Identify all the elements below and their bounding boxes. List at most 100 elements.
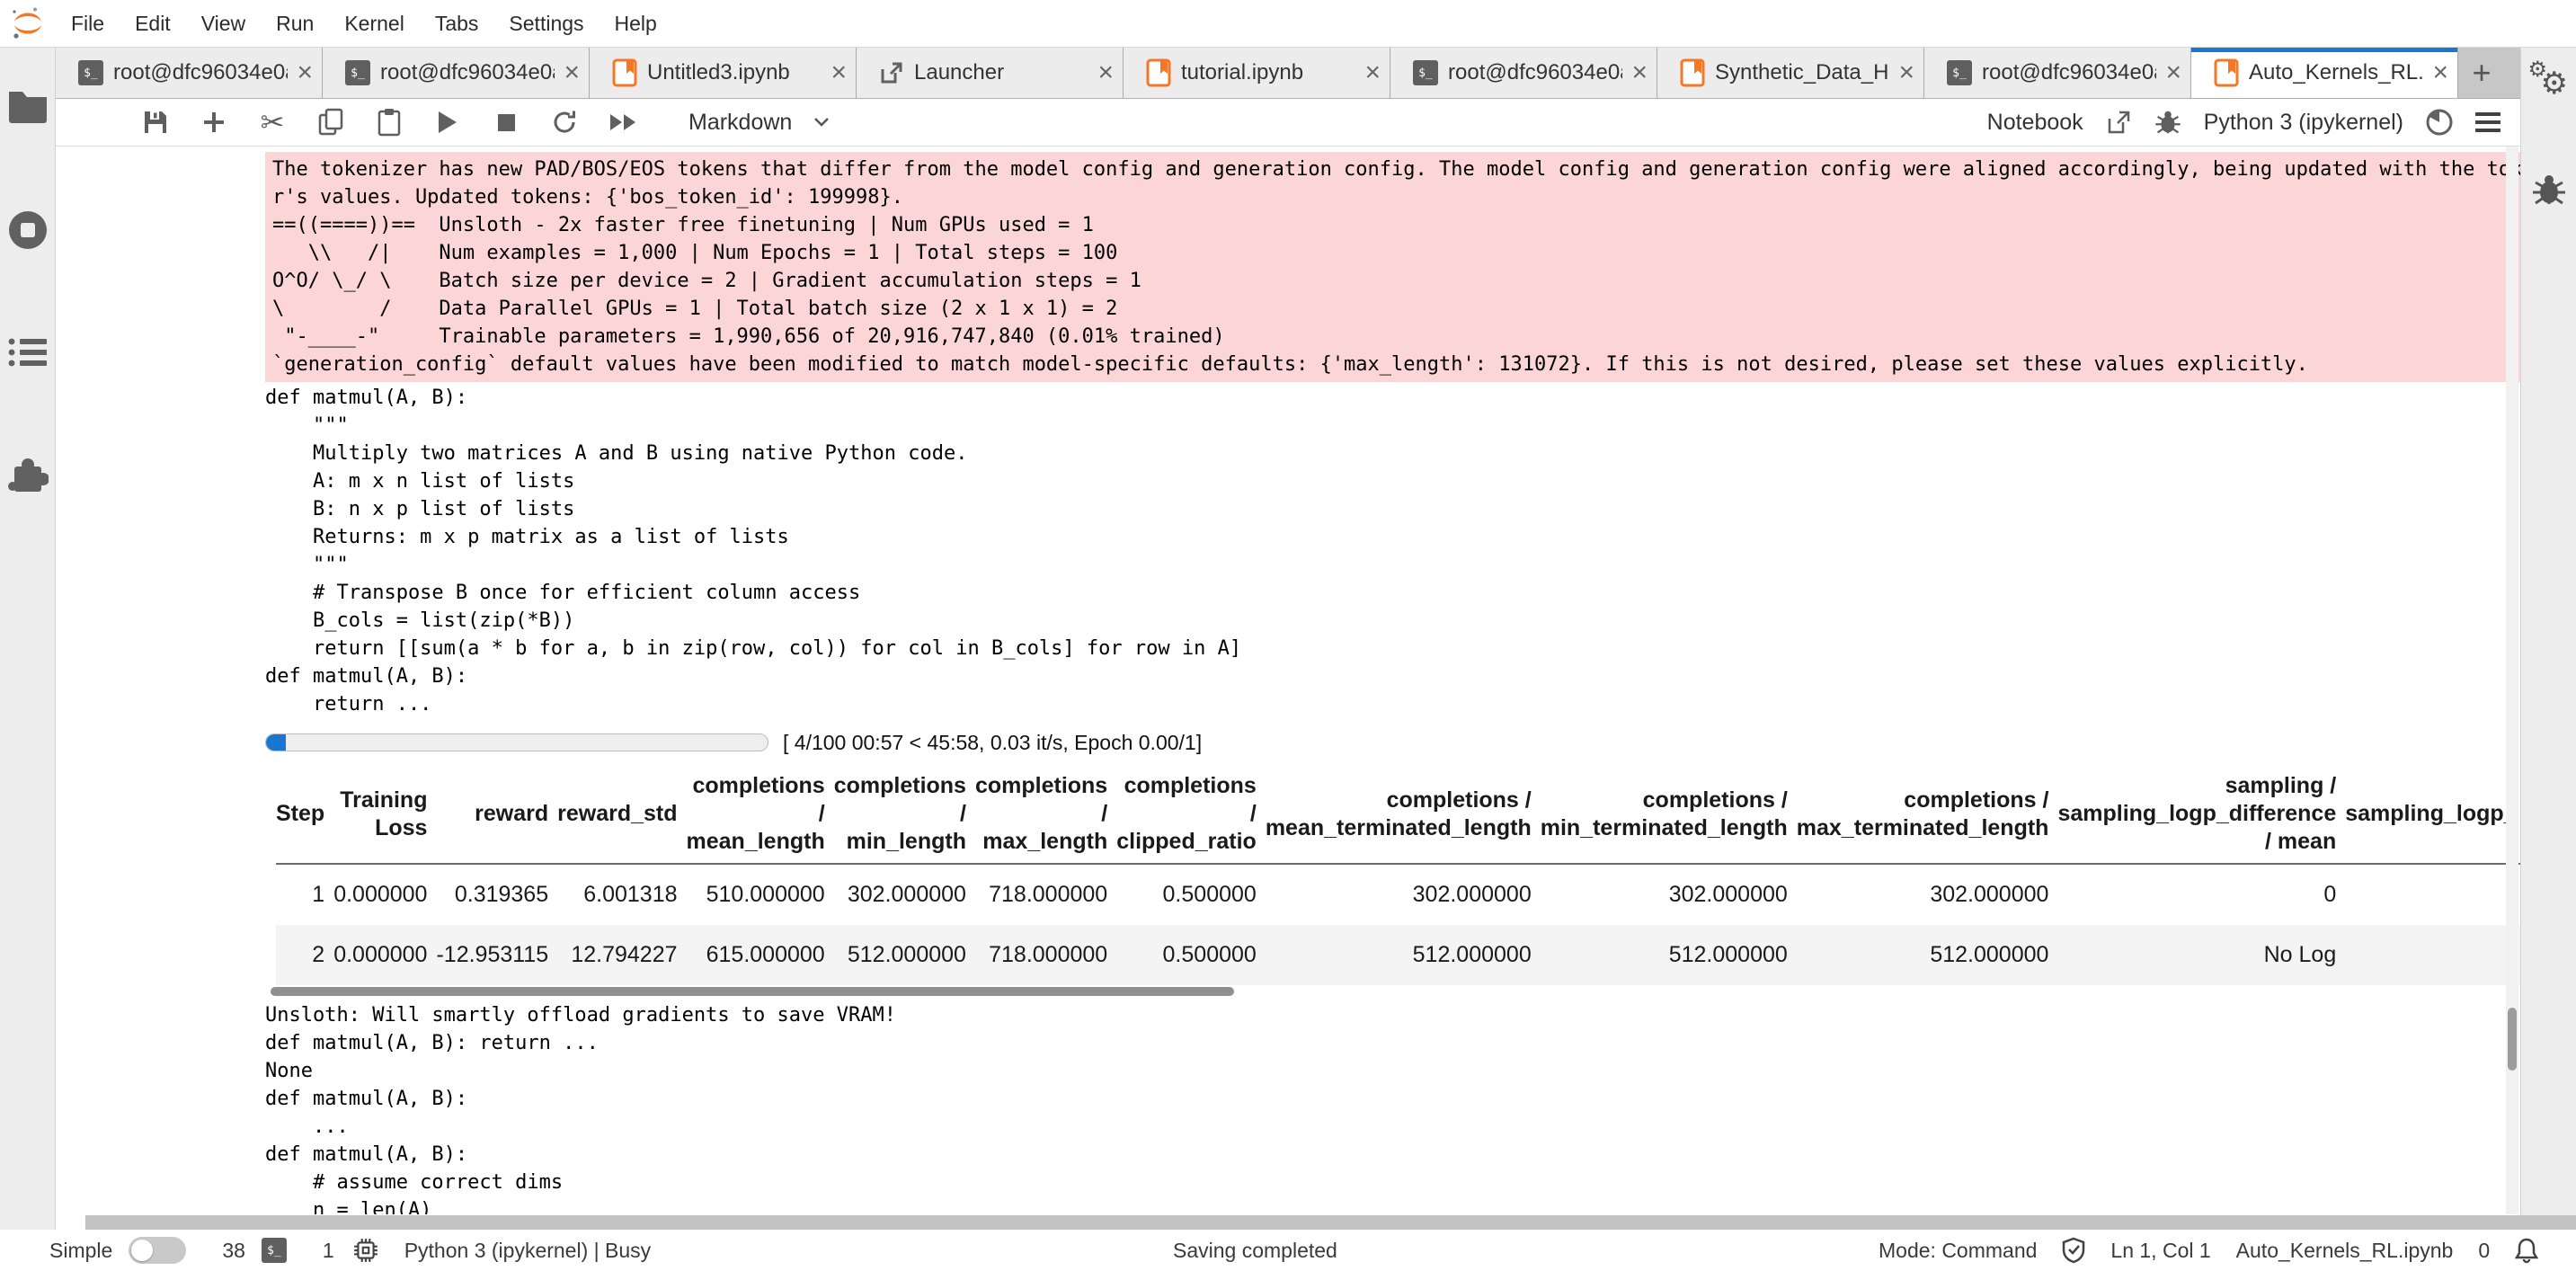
add-cell-icon[interactable] (200, 106, 228, 138)
metrics-column-header: completions / min_terminated_length (1541, 767, 1797, 864)
tab-root-dfc96034e0a[interactable]: $_root@dfc96034e0a× (56, 48, 323, 98)
metrics-column-header: completions / max_length (975, 767, 1116, 864)
progress-bar (265, 733, 768, 751)
metrics-cell: 512.000000 (1797, 925, 2058, 985)
close-icon[interactable]: × (1364, 59, 1381, 86)
property-inspector-icon[interactable]: ⚙⚙ (2528, 60, 2570, 100)
metrics-cell: 302.000000 (1797, 864, 2058, 925)
close-icon[interactable]: × (2165, 59, 2181, 86)
terminals-count[interactable]: 38 (222, 1239, 245, 1263)
close-icon[interactable]: × (564, 59, 580, 86)
stderr-output: The tokenizer has new PAD/BOS/EOS tokens… (265, 152, 2520, 382)
metrics-column-header: reward (436, 767, 557, 864)
bell-icon[interactable] (2515, 1237, 2538, 1264)
notifications-count[interactable]: 0 (2478, 1239, 2490, 1263)
jupyterlab-window: FileEditViewRunKernelTabsSettingsHelp ⚙⚙ (0, 0, 2576, 1252)
table-of-contents-icon[interactable] (8, 337, 48, 368)
restart-kernel-icon[interactable] (550, 106, 579, 138)
metrics-cell (2345, 864, 2520, 925)
bug-icon[interactable] (2154, 110, 2182, 135)
kernel-name[interactable]: Python 3 (ipykernel) (2204, 110, 2403, 136)
vertical-scrollbar[interactable] (2506, 147, 2518, 1214)
notebook-icon (1145, 58, 1172, 87)
progress-label: [ 4/100 00:57 < 45:58, 0.03 it/s, Epoch … (783, 731, 1202, 755)
metrics-cell: 512.000000 (1266, 925, 1541, 985)
tab-auto-kernels-rl-ipy[interactable]: Auto_Kernels_RL.ipy × (2191, 48, 2458, 98)
launcher-icon (878, 60, 905, 85)
cell-type-dropdown[interactable]: Markdown (688, 110, 830, 136)
new-launcher-button[interactable]: + (2458, 48, 2505, 98)
metrics-column-header: completions / mean_terminated_length (1266, 767, 1541, 864)
metrics-cell: 0 (2057, 864, 2345, 925)
metrics-cell: 1 (276, 864, 333, 925)
menu-view[interactable]: View (186, 12, 261, 36)
save-icon[interactable] (141, 106, 170, 138)
kernel-busy-icon[interactable] (2425, 108, 2454, 137)
left-sidebar (0, 48, 56, 1230)
menu-tabs[interactable]: Tabs (420, 12, 494, 36)
tab-launcher[interactable]: Launcher× (857, 48, 1124, 98)
close-icon[interactable]: × (1898, 59, 1914, 86)
close-icon[interactable]: × (1631, 59, 1648, 86)
tab-label: Synthetic_Data_Hac (1715, 60, 1889, 85)
tab-bar: $_root@dfc96034e0a×$_root@dfc96034e0a×Un… (56, 48, 2458, 98)
copy-icon[interactable] (316, 106, 345, 138)
close-icon[interactable]: × (1097, 59, 1114, 86)
tab-root-dfc96034e0a[interactable]: $_root@dfc96034e0a× (323, 48, 590, 98)
table-horizontal-scrollbar[interactable] (271, 987, 1234, 996)
notebook-tools-label[interactable]: Notebook (1987, 110, 2083, 136)
terminal-icon: $_ (1946, 60, 1973, 85)
metrics-column-header: Training Loss (333, 767, 436, 864)
tab-label: root@dfc96034e0a (380, 60, 555, 85)
restart-run-all-icon[interactable] (608, 106, 637, 138)
extension-manager-icon[interactable] (7, 454, 49, 495)
tab-tutorial-ipynb[interactable]: tutorial.ipynb× (1124, 48, 1390, 98)
simple-mode-toggle[interactable] (129, 1237, 186, 1264)
external-link-icon[interactable] (2105, 109, 2132, 136)
paste-icon[interactable] (375, 106, 404, 138)
chevron-down-icon (813, 117, 830, 128)
menu-edit[interactable]: Edit (120, 12, 186, 36)
menu-file[interactable]: File (56, 12, 120, 36)
menu-help[interactable]: Help (600, 12, 672, 36)
mode-indicator[interactable]: Mode: Command (1879, 1239, 2037, 1263)
tab-untitled3-ipynb[interactable]: Untitled3.ipynb× (590, 48, 857, 98)
horizontal-scrollbar[interactable] (85, 1215, 2576, 1230)
tab-root-dfc96034e0a[interactable]: $_root@dfc96034e0a× (1924, 48, 2191, 98)
cursor-position[interactable]: Ln 1, Col 1 (2110, 1239, 2210, 1263)
metrics-column-header: sampling_logp_ (2345, 767, 2520, 864)
close-icon[interactable]: × (831, 59, 847, 86)
kernels-count[interactable]: 1 (323, 1239, 334, 1263)
file-browser-icon[interactable] (7, 89, 49, 123)
menu-run[interactable]: Run (261, 12, 329, 36)
tab-root-dfc96034e0a[interactable]: $_root@dfc96034e0a× (1390, 48, 1657, 98)
menu-kernel[interactable]: Kernel (329, 12, 419, 36)
running-sessions-icon[interactable] (7, 209, 49, 251)
stop-icon[interactable] (492, 106, 520, 138)
metrics-column-header: completions / max_terminated_length (1797, 767, 2058, 864)
close-icon[interactable]: × (297, 59, 313, 86)
cut-icon[interactable]: ✂ (258, 106, 287, 138)
training-progress: [ 4/100 00:57 < 45:58, 0.03 it/s, Epoch … (265, 731, 2520, 754)
trust-shield-icon (2062, 1237, 2085, 1264)
metrics-cell: 0.319365 (436, 864, 557, 925)
terminal-icon[interactable]: $_ (262, 1238, 287, 1263)
menu-settings[interactable]: Settings (493, 12, 599, 36)
kernel-chip-icon[interactable] (352, 1237, 379, 1264)
tab-label: Auto_Kernels_RL.ipy (2249, 60, 2423, 85)
menu-icon[interactable] (2475, 112, 2500, 132)
metrics-row: 20.000000-12.95311512.794227615.00000051… (276, 925, 2520, 985)
kernel-status-text[interactable]: Python 3 (ipykernel) | Busy (404, 1239, 651, 1263)
close-icon[interactable]: × (2432, 59, 2448, 86)
dock-panel: $_root@dfc96034e0a×$_root@dfc96034e0a×Un… (56, 48, 2520, 1252)
metrics-cell: 0.000000 (333, 864, 436, 925)
metrics-cell: 0.000000 (333, 925, 436, 985)
stream-output-tail: Unsloth: Will smartly offload gradients … (265, 1001, 2520, 1214)
metrics-column-header: Step (276, 767, 333, 864)
vertical-scrollbar-thumb[interactable] (2508, 1008, 2517, 1071)
tab-synthetic-data-hac[interactable]: Synthetic_Data_Hac × (1657, 48, 1924, 98)
debugger-icon[interactable] (2530, 173, 2568, 206)
metrics-cell: 302.000000 (1541, 864, 1797, 925)
run-icon[interactable] (433, 106, 462, 138)
metrics-column-header: completions / min_length (834, 767, 975, 864)
